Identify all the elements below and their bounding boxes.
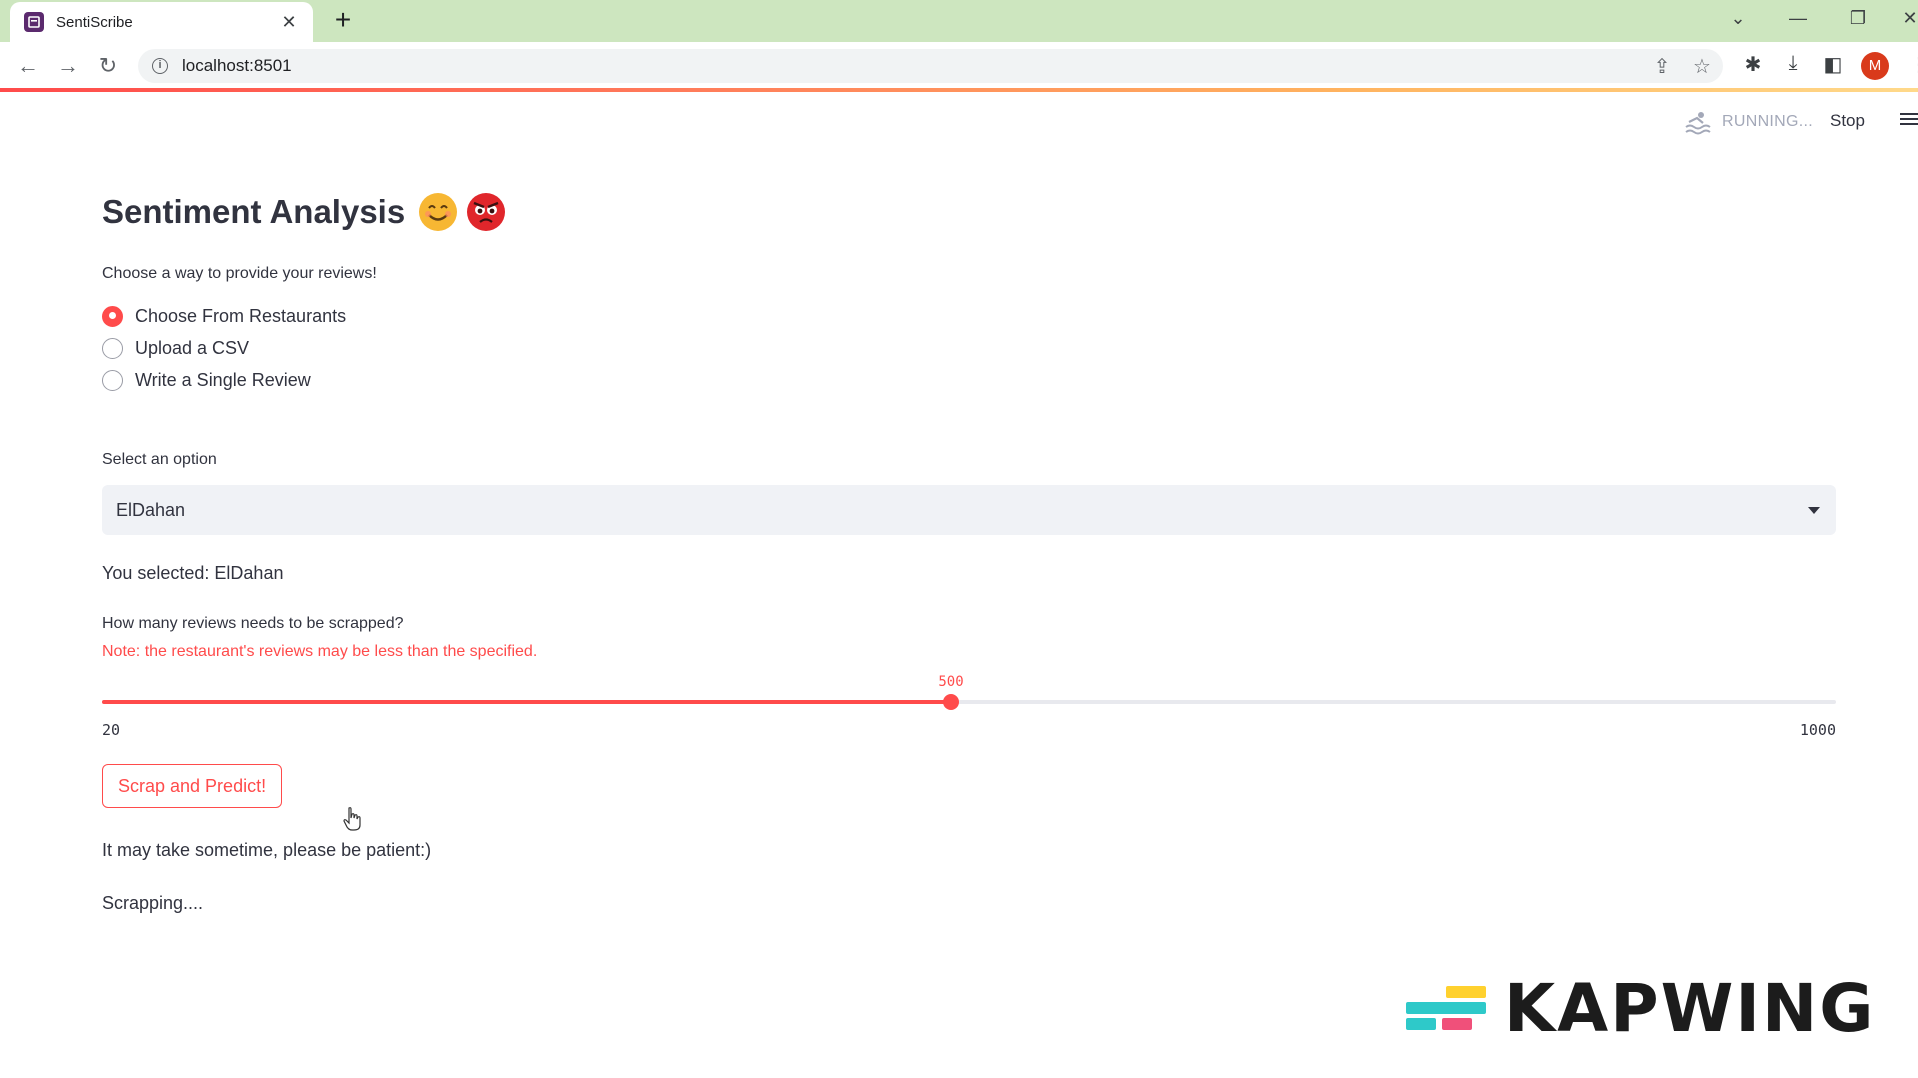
radio-label[interactable]: Write a Single Review xyxy=(135,370,311,391)
new-tab-button[interactable]: + xyxy=(328,6,358,36)
kapwing-wordmark: KAPWING xyxy=(1504,970,1876,1047)
input-method-radio-group: Choose From Restaurants Upload a CSV Wri… xyxy=(102,300,346,396)
reviews-count-slider[interactable]: 500 xyxy=(102,674,1836,710)
loading-progress-bar xyxy=(0,88,1918,92)
reload-icon[interactable]: ↻ xyxy=(94,52,122,80)
browser-tab[interactable]: SentiScribe ✕ xyxy=(10,2,313,42)
radio-option-single-review[interactable]: Write a Single Review xyxy=(102,364,346,396)
slider-value-label: 500 xyxy=(938,674,964,690)
page-title-text: Sentiment Analysis xyxy=(102,193,406,230)
selected-restaurant-text: You selected: ElDahan xyxy=(102,563,284,583)
kapwing-watermark: KAPWING xyxy=(1406,970,1875,1047)
stop-button[interactable]: Stop xyxy=(1830,111,1865,131)
radio-button-checked[interactable] xyxy=(102,305,123,327)
scrap-and-predict-button[interactable]: Scrap and Predict! xyxy=(102,764,283,808)
site-info-icon[interactable]: i xyxy=(152,58,168,74)
radio-label[interactable]: Choose From Restaurants xyxy=(135,306,346,327)
close-tab-icon[interactable]: ✕ xyxy=(279,13,299,31)
close-window-icon[interactable]: ✕ xyxy=(1895,8,1918,29)
slider-max-label: 1000 xyxy=(1799,721,1836,739)
extensions-icon[interactable]: ✱ xyxy=(1740,52,1766,77)
app-favicon-icon xyxy=(24,12,44,32)
download-icon[interactable]: ⤓ xyxy=(1780,52,1806,75)
running-status: RUNNING... xyxy=(1722,113,1813,130)
smiling-face-icon xyxy=(419,193,458,231)
select-value[interactable]: ElDahan xyxy=(116,500,1808,521)
tab-search-icon[interactable]: ⌄ xyxy=(1723,8,1753,29)
profile-avatar[interactable]: M xyxy=(1861,52,1889,80)
browser-tab-bar: SentiScribe ✕ + ⌄ — ❐ ✕ xyxy=(0,0,1918,42)
select-label: Select an option xyxy=(102,451,217,468)
slider-note: Note: the restaurant's reviews may be le… xyxy=(102,643,538,660)
side-panel-icon[interactable]: ◧ xyxy=(1820,52,1846,77)
address-bar[interactable]: i localhost:8501 ⇪ ☆ xyxy=(138,49,1723,83)
slider-label: How many reviews needs to be scrapped? xyxy=(102,615,404,632)
restore-icon[interactable]: ❐ xyxy=(1843,8,1873,29)
chevron-down-icon[interactable] xyxy=(1808,506,1820,514)
radio-option-restaurants[interactable]: Choose From Restaurants xyxy=(102,300,346,332)
tab-title: SentiScribe xyxy=(56,13,133,31)
slider-fill xyxy=(102,700,951,704)
slider-thumb[interactable] xyxy=(943,694,959,710)
browser-menu-icon[interactable]: ⋮ xyxy=(1906,52,1918,77)
radio-button[interactable] xyxy=(102,369,123,391)
hamburger-menu-icon[interactable] xyxy=(1900,110,1918,128)
running-swimmer-icon xyxy=(1685,112,1711,135)
share-icon[interactable]: ⇪ xyxy=(1650,54,1674,79)
radio-label[interactable]: Upload a CSV xyxy=(135,338,249,359)
patience-message: It may take sometime, please be patient:… xyxy=(102,840,432,860)
browser-toolbar: ← → ↻ i localhost:8501 ⇪ ☆ xyxy=(0,42,1918,90)
page-title: Sentiment Analysis xyxy=(102,193,506,231)
back-icon[interactable]: ← xyxy=(14,52,42,80)
url-text[interactable]: localhost:8501 xyxy=(182,56,292,76)
radio-option-upload-csv[interactable]: Upload a CSV xyxy=(102,332,346,364)
input-method-caption: Choose a way to provide your reviews! xyxy=(102,265,377,282)
scrapping-status: Scrapping.... xyxy=(102,893,204,913)
kapwing-logo-icon xyxy=(1406,980,1486,1038)
hand-cursor-icon xyxy=(343,807,361,831)
slider-min-label: 20 xyxy=(102,721,121,739)
forward-icon[interactable]: → xyxy=(54,52,82,80)
bookmark-star-icon[interactable]: ☆ xyxy=(1690,54,1714,79)
radio-button[interactable] xyxy=(102,337,123,359)
angry-face-icon xyxy=(467,193,506,231)
minimize-icon[interactable]: — xyxy=(1783,8,1813,29)
restaurant-select[interactable]: ElDahan xyxy=(102,485,1836,535)
